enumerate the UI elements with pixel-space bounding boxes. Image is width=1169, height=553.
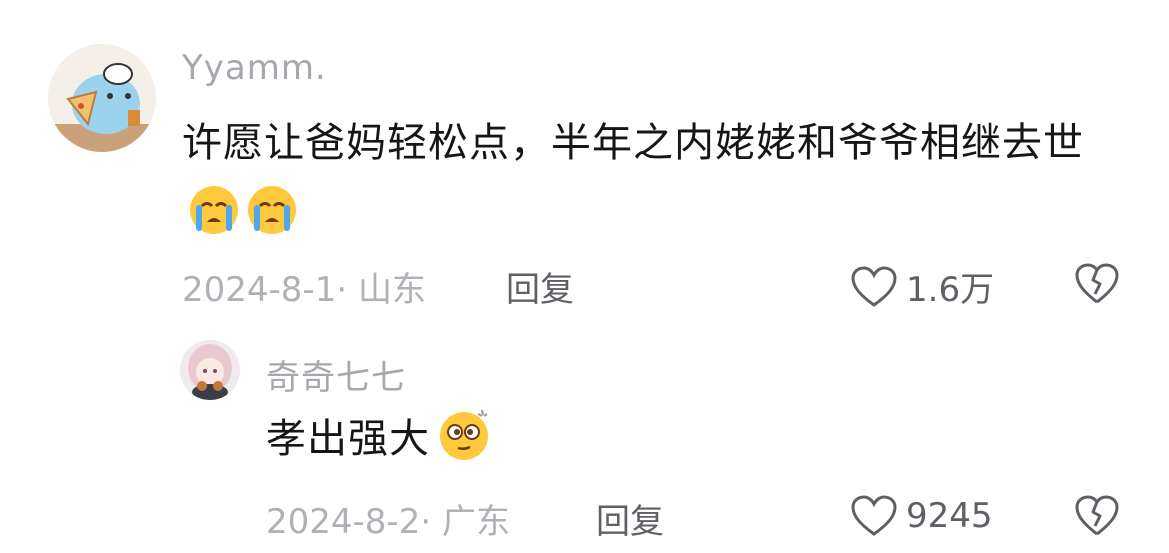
reply-text: 孝出强大 [266, 404, 492, 484]
comment-text-body: 许愿让爸妈轻松点，半年之内姥姥和爷爷相继去世 [182, 120, 1084, 166]
dizzy-face-emoji-icon [436, 406, 492, 484]
dislike-button[interactable] [1074, 262, 1120, 310]
comment-username[interactable]: Yyamm. [182, 48, 327, 88]
reply-button[interactable]: 回复 [596, 494, 664, 543]
like-button[interactable]: 9245 [850, 494, 993, 538]
dislike-button[interactable] [1074, 494, 1120, 542]
comment-meta: 2024-8-1· 山东 [182, 270, 426, 310]
reply-username[interactable]: 奇奇七七 [266, 350, 406, 399]
like-count: 9245 [906, 496, 993, 536]
crying-face-emoji-icon [246, 184, 298, 258]
broken-heart-icon [1075, 495, 1119, 536]
like-button[interactable]: 1.6万 [850, 262, 994, 311]
comment-text: 许愿让爸妈轻松点，半年之内姥姥和爷爷相继去世 [182, 108, 1132, 258]
like-count: 1.6万 [906, 270, 995, 310]
crying-face-emoji-icon [188, 184, 240, 258]
reply-button[interactable]: 回复 [506, 262, 574, 311]
avatar-anime-girl-icon [180, 340, 240, 400]
avatar-cartoon-icon [48, 44, 156, 152]
broken-heart-icon [1075, 263, 1119, 304]
avatar[interactable] [180, 340, 240, 400]
heart-icon [851, 265, 897, 307]
reply-meta: 2024-8-2· 广东 [266, 502, 510, 542]
reply-text-body: 孝出强大 [266, 416, 430, 462]
avatar[interactable] [48, 44, 156, 152]
heart-icon [851, 495, 897, 536]
